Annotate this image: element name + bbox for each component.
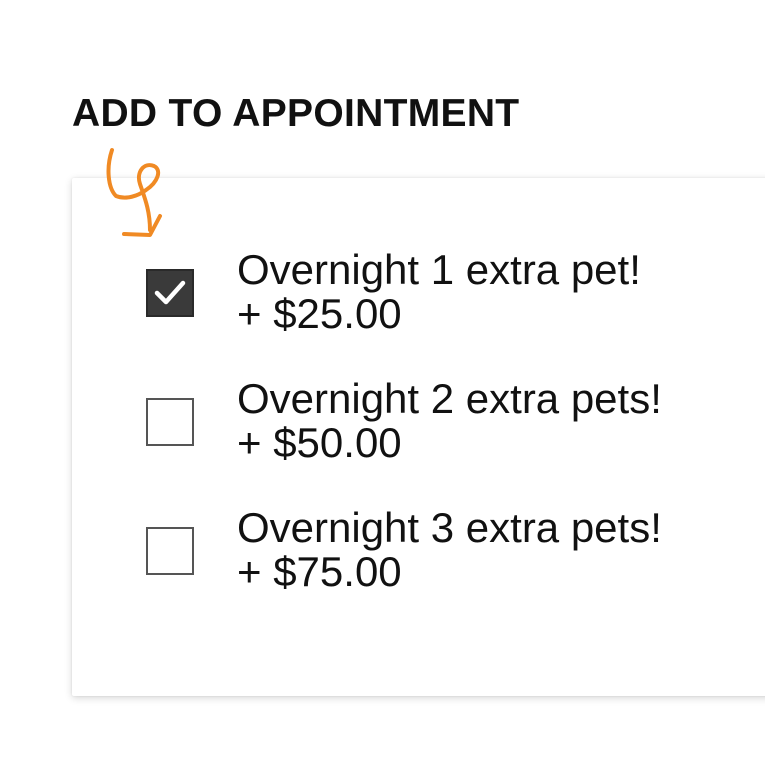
option-overnight-1-extra-pet[interactable]: Overnight 1 extra pet! + $25.00 — [146, 248, 641, 336]
option-label: Overnight 3 extra pets! — [237, 504, 662, 551]
option-text: Overnight 3 extra pets! + $75.00 — [237, 506, 662, 594]
checkbox-overnight-2-extra-pets[interactable] — [146, 398, 194, 446]
option-label: Overnight 1 extra pet! — [237, 246, 641, 293]
option-price: + $75.00 — [237, 548, 402, 595]
option-text: Overnight 1 extra pet! + $25.00 — [237, 248, 641, 336]
option-overnight-3-extra-pets[interactable]: Overnight 3 extra pets! + $75.00 — [146, 506, 662, 594]
hand-drawn-arrow-icon — [106, 148, 162, 237]
option-overnight-2-extra-pets[interactable]: Overnight 2 extra pets! + $50.00 — [146, 377, 662, 465]
option-price: + $50.00 — [237, 419, 402, 466]
checkbox-overnight-1-extra-pet[interactable] — [146, 269, 194, 317]
option-label: Overnight 2 extra pets! — [237, 375, 662, 422]
option-text: Overnight 2 extra pets! + $50.00 — [237, 377, 662, 465]
checkmark-icon — [154, 280, 186, 305]
checkbox-overnight-3-extra-pets[interactable] — [146, 527, 194, 575]
option-price: + $25.00 — [237, 290, 402, 337]
section-title: ADD TO APPOINTMENT — [72, 92, 520, 135]
